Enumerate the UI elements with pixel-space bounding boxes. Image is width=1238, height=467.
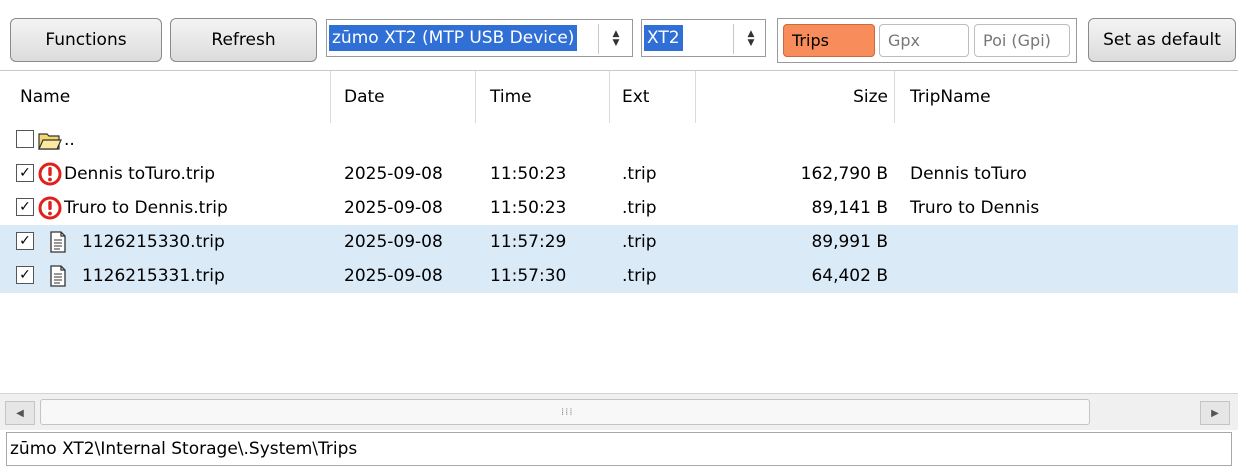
device-select-value: zūmo XT2 (MTP USB Device) — [329, 25, 578, 51]
model-select[interactable]: XT2 ▲ ▼ — [641, 19, 766, 57]
tab-poi[interactable]: Poi (Gpi) — [974, 24, 1070, 57]
file-tripname: Dennis toTuro — [910, 164, 1027, 184]
model-select-spinner-icon[interactable]: ▲ ▼ — [742, 26, 760, 52]
scroll-left-icon[interactable]: ◀ — [5, 401, 35, 425]
device-select-spinner-icon[interactable]: ▲ ▼ — [607, 26, 625, 52]
toolbar: Functions Refresh zūmo XT2 (MTP USB Devi… — [0, 0, 1238, 70]
path-field[interactable]: zūmo XT2\Internal Storage\.System\Trips — [6, 432, 1232, 466]
list-item[interactable]: ✓ Truro to Dennis.trip 2025-09-08 11:50:… — [0, 191, 1238, 225]
row-checkbox[interactable]: ✓ — [16, 266, 34, 284]
file-name: Dennis toTuro.trip — [64, 164, 216, 184]
document-icon — [50, 231, 66, 253]
row-checkbox[interactable]: ✓ — [16, 232, 34, 250]
document-icon — [50, 265, 66, 287]
column-header-date[interactable]: Date — [344, 71, 385, 123]
file-ext: .trip — [622, 232, 657, 252]
file-list[interactable]: Name Date Time Ext Size TripName .. ✓ De… — [0, 70, 1238, 430]
file-date: 2025-09-08 — [344, 232, 443, 252]
file-ext: .trip — [622, 198, 657, 218]
warning-icon — [38, 162, 62, 186]
file-size: 162,790 B — [800, 164, 888, 184]
column-header-name[interactable]: Name — [20, 71, 70, 123]
list-header: Name Date Time Ext Size TripName — [0, 71, 1238, 123]
functions-button[interactable]: Functions — [10, 18, 162, 62]
tab-trips[interactable]: Trips — [783, 24, 875, 57]
file-size: 89,991 B — [811, 232, 888, 252]
file-date: 2025-09-08 — [344, 198, 443, 218]
file-ext: .trip — [622, 164, 657, 184]
column-header-ext[interactable]: Ext — [622, 71, 649, 123]
file-ext: .trip — [622, 266, 657, 286]
file-name: .. — [64, 130, 75, 150]
row-checkbox[interactable]: ✓ — [16, 198, 34, 216]
file-tripname: Truro to Dennis — [910, 198, 1040, 218]
file-size: 89,141 B — [811, 198, 888, 218]
row-checkbox[interactable] — [16, 130, 34, 148]
file-type-tabs: Trips Gpx Poi (Gpi) — [777, 18, 1077, 63]
folder-icon — [38, 133, 62, 150]
file-time: 11:50:23 — [490, 198, 567, 218]
list-item[interactable]: ✓ 1126215330.trip 2025-09-08 11:57:29 .t… — [0, 225, 1238, 259]
file-size: 64,402 B — [811, 266, 888, 286]
refresh-button[interactable]: Refresh — [170, 18, 317, 62]
column-header-size[interactable]: Size — [700, 71, 888, 123]
list-item-parent-folder[interactable]: .. — [0, 123, 1238, 157]
set-as-default-button[interactable]: Set as default — [1088, 18, 1236, 62]
scrollbar-thumb[interactable]: ⁞⁞⁞ — [40, 399, 1090, 425]
file-name: 1126215331.trip — [82, 266, 225, 286]
row-checkbox[interactable]: ✓ — [16, 164, 34, 182]
column-header-time[interactable]: Time — [490, 71, 532, 123]
file-name: Truro to Dennis.trip — [64, 198, 228, 218]
horizontal-scrollbar[interactable]: ◀ ⁞⁞⁞ ▶ — [0, 393, 1238, 430]
model-select-value: XT2 — [644, 25, 683, 51]
file-date: 2025-09-08 — [344, 266, 443, 286]
grip-icon: ⁞⁞⁞ — [561, 407, 574, 418]
file-time: 11:57:29 — [490, 232, 567, 252]
file-time: 11:57:30 — [490, 266, 567, 286]
warning-icon — [38, 196, 62, 220]
list-item[interactable]: ✓ 1126215331.trip 2025-09-08 11:57:30 .t… — [0, 259, 1238, 293]
device-select[interactable]: zūmo XT2 (MTP USB Device) ▲ ▼ — [326, 19, 633, 57]
file-date: 2025-09-08 — [344, 164, 443, 184]
column-header-tripname[interactable]: TripName — [910, 71, 991, 123]
scroll-right-icon[interactable]: ▶ — [1200, 401, 1230, 425]
file-time: 11:50:23 — [490, 164, 567, 184]
tab-gpx[interactable]: Gpx — [879, 24, 969, 57]
file-name: 1126215330.trip — [82, 232, 225, 252]
list-item[interactable]: ✓ Dennis toTuro.trip 2025-09-08 11:50:23… — [0, 157, 1238, 191]
